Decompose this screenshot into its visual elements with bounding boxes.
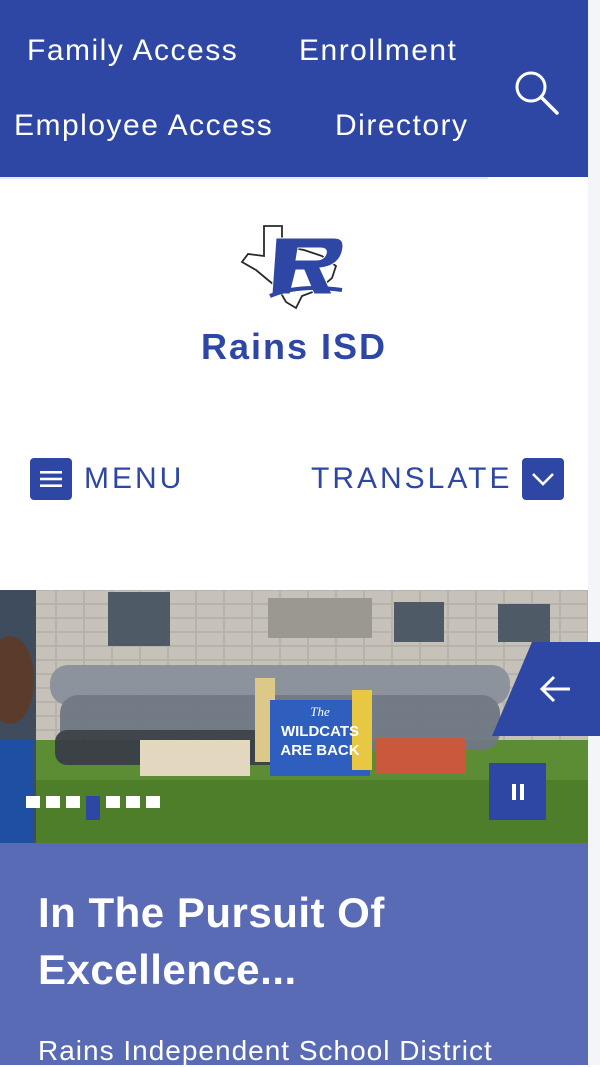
site-logo[interactable]	[238, 220, 350, 310]
arrow-left-icon	[492, 642, 600, 736]
carousel-pause-button[interactable]	[489, 763, 546, 820]
hero-subtext: Rains Independent School District	[38, 1035, 493, 1066]
texas-r-logo	[240, 225, 344, 310]
carousel-prev-button[interactable]	[492, 642, 600, 736]
carousel-dot-6[interactable]	[126, 796, 140, 808]
header-divider	[0, 177, 488, 179]
carousel-dots	[26, 796, 166, 820]
carousel-dot-7[interactable]	[146, 796, 160, 808]
hamburger-icon	[30, 458, 72, 500]
hero-headline: In The Pursuit Of Excellence...	[38, 889, 385, 993]
search-icon	[515, 71, 559, 115]
top-utility-bar: Family Access Enrollment Employee Access…	[0, 0, 588, 177]
search-button[interactable]	[512, 68, 560, 116]
employee-access-link[interactable]: Employee Access	[14, 109, 273, 143]
site-name[interactable]: Rains ISD	[0, 326, 588, 368]
carousel-dot-4[interactable]	[86, 796, 100, 820]
translate-label: TRANSLATE	[311, 462, 513, 495]
carousel-dot-1[interactable]	[26, 796, 40, 808]
photo-sign-wildcats: WILDCATS	[281, 723, 359, 740]
menu-button[interactable]: MENU	[30, 458, 184, 500]
chevron-down-icon	[522, 458, 565, 500]
translate-button[interactable]: TRANSLATE	[311, 458, 565, 500]
photo-sign-are-back: ARE BACK	[280, 742, 359, 759]
carousel-dot-2[interactable]	[46, 796, 60, 808]
page-edge	[588, 0, 600, 1065]
carousel-dot-3[interactable]	[66, 796, 80, 808]
pause-icon	[511, 783, 524, 800]
family-access-link[interactable]: Family Access	[27, 34, 238, 68]
menu-label: MENU	[84, 462, 185, 495]
carousel-dot-5[interactable]	[106, 796, 120, 808]
directory-link[interactable]: Directory	[335, 109, 469, 143]
enrollment-link[interactable]: Enrollment	[299, 34, 457, 68]
photo-sign-the: The	[310, 704, 330, 719]
